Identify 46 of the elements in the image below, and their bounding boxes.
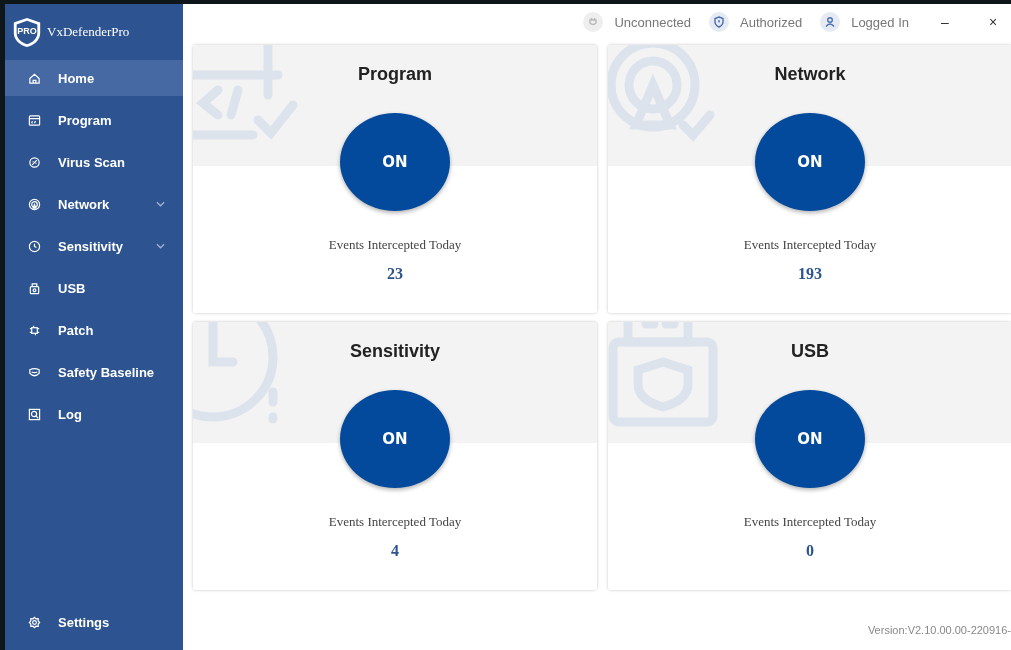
app-name: VxDefenderPro: [47, 24, 130, 40]
lock-icon: [28, 281, 41, 295]
toggle-button[interactable]: ON: [340, 390, 450, 488]
card-title: Network: [774, 63, 846, 85]
nav-item[interactable]: Safety Baseline: [5, 354, 183, 390]
event-count: 0: [806, 542, 814, 560]
event-count: 23: [387, 265, 403, 283]
card-title: Program: [358, 63, 432, 85]
nav-item[interactable]: Home: [5, 60, 183, 96]
minimize-button[interactable]: –: [927, 14, 963, 30]
version-text: Version:V2.10.00.00-220916-: [867, 624, 1011, 636]
chevron-icon: [156, 201, 165, 207]
event-count: 4: [391, 542, 399, 560]
status-label: Logged In: [851, 14, 909, 30]
logo-icon: [11, 16, 43, 48]
toggle-button[interactable]: ON: [755, 390, 865, 488]
nav-item[interactable]: Virus Scan: [5, 144, 183, 180]
card-caption: Events Intercepted Today: [743, 237, 877, 253]
settings-item[interactable]: Settings: [5, 604, 183, 640]
home-icon: [28, 71, 41, 85]
nav-item[interactable]: Log: [5, 396, 183, 432]
close-button[interactable]: ×: [975, 14, 1011, 30]
nav-item[interactable]: Program: [5, 102, 183, 138]
nav-item[interactable]: Patch: [5, 312, 183, 348]
toggle-button[interactable]: ON: [755, 113, 865, 211]
card-caption: Events Intercepted Today: [743, 514, 877, 530]
card-title: Sensitivity: [349, 340, 440, 362]
settings-icon: [28, 615, 41, 629]
card-title: USB: [791, 340, 829, 362]
chip-icon: [28, 323, 41, 337]
card-caption: Events Intercepted Today: [328, 514, 462, 530]
nav-item[interactable]: Network: [5, 186, 183, 222]
nav-item[interactable]: Sensitivity: [5, 228, 183, 264]
event-count: 193: [798, 265, 822, 283]
nav-item[interactable]: USB: [5, 270, 183, 306]
magnifier-icon: [28, 407, 41, 421]
logo-text: PRO: [16, 26, 38, 36]
status-label: Unconnected: [614, 14, 691, 30]
card-caption: Events Intercepted Today: [328, 237, 462, 253]
code-window-icon: [28, 113, 41, 127]
signal-icon: [28, 197, 41, 211]
toggle-button[interactable]: ON: [340, 113, 450, 211]
clock-icon: [28, 239, 41, 253]
chevron-icon: [156, 243, 165, 249]
scan-icon: [28, 155, 41, 169]
status-label: Authorized: [740, 14, 803, 30]
